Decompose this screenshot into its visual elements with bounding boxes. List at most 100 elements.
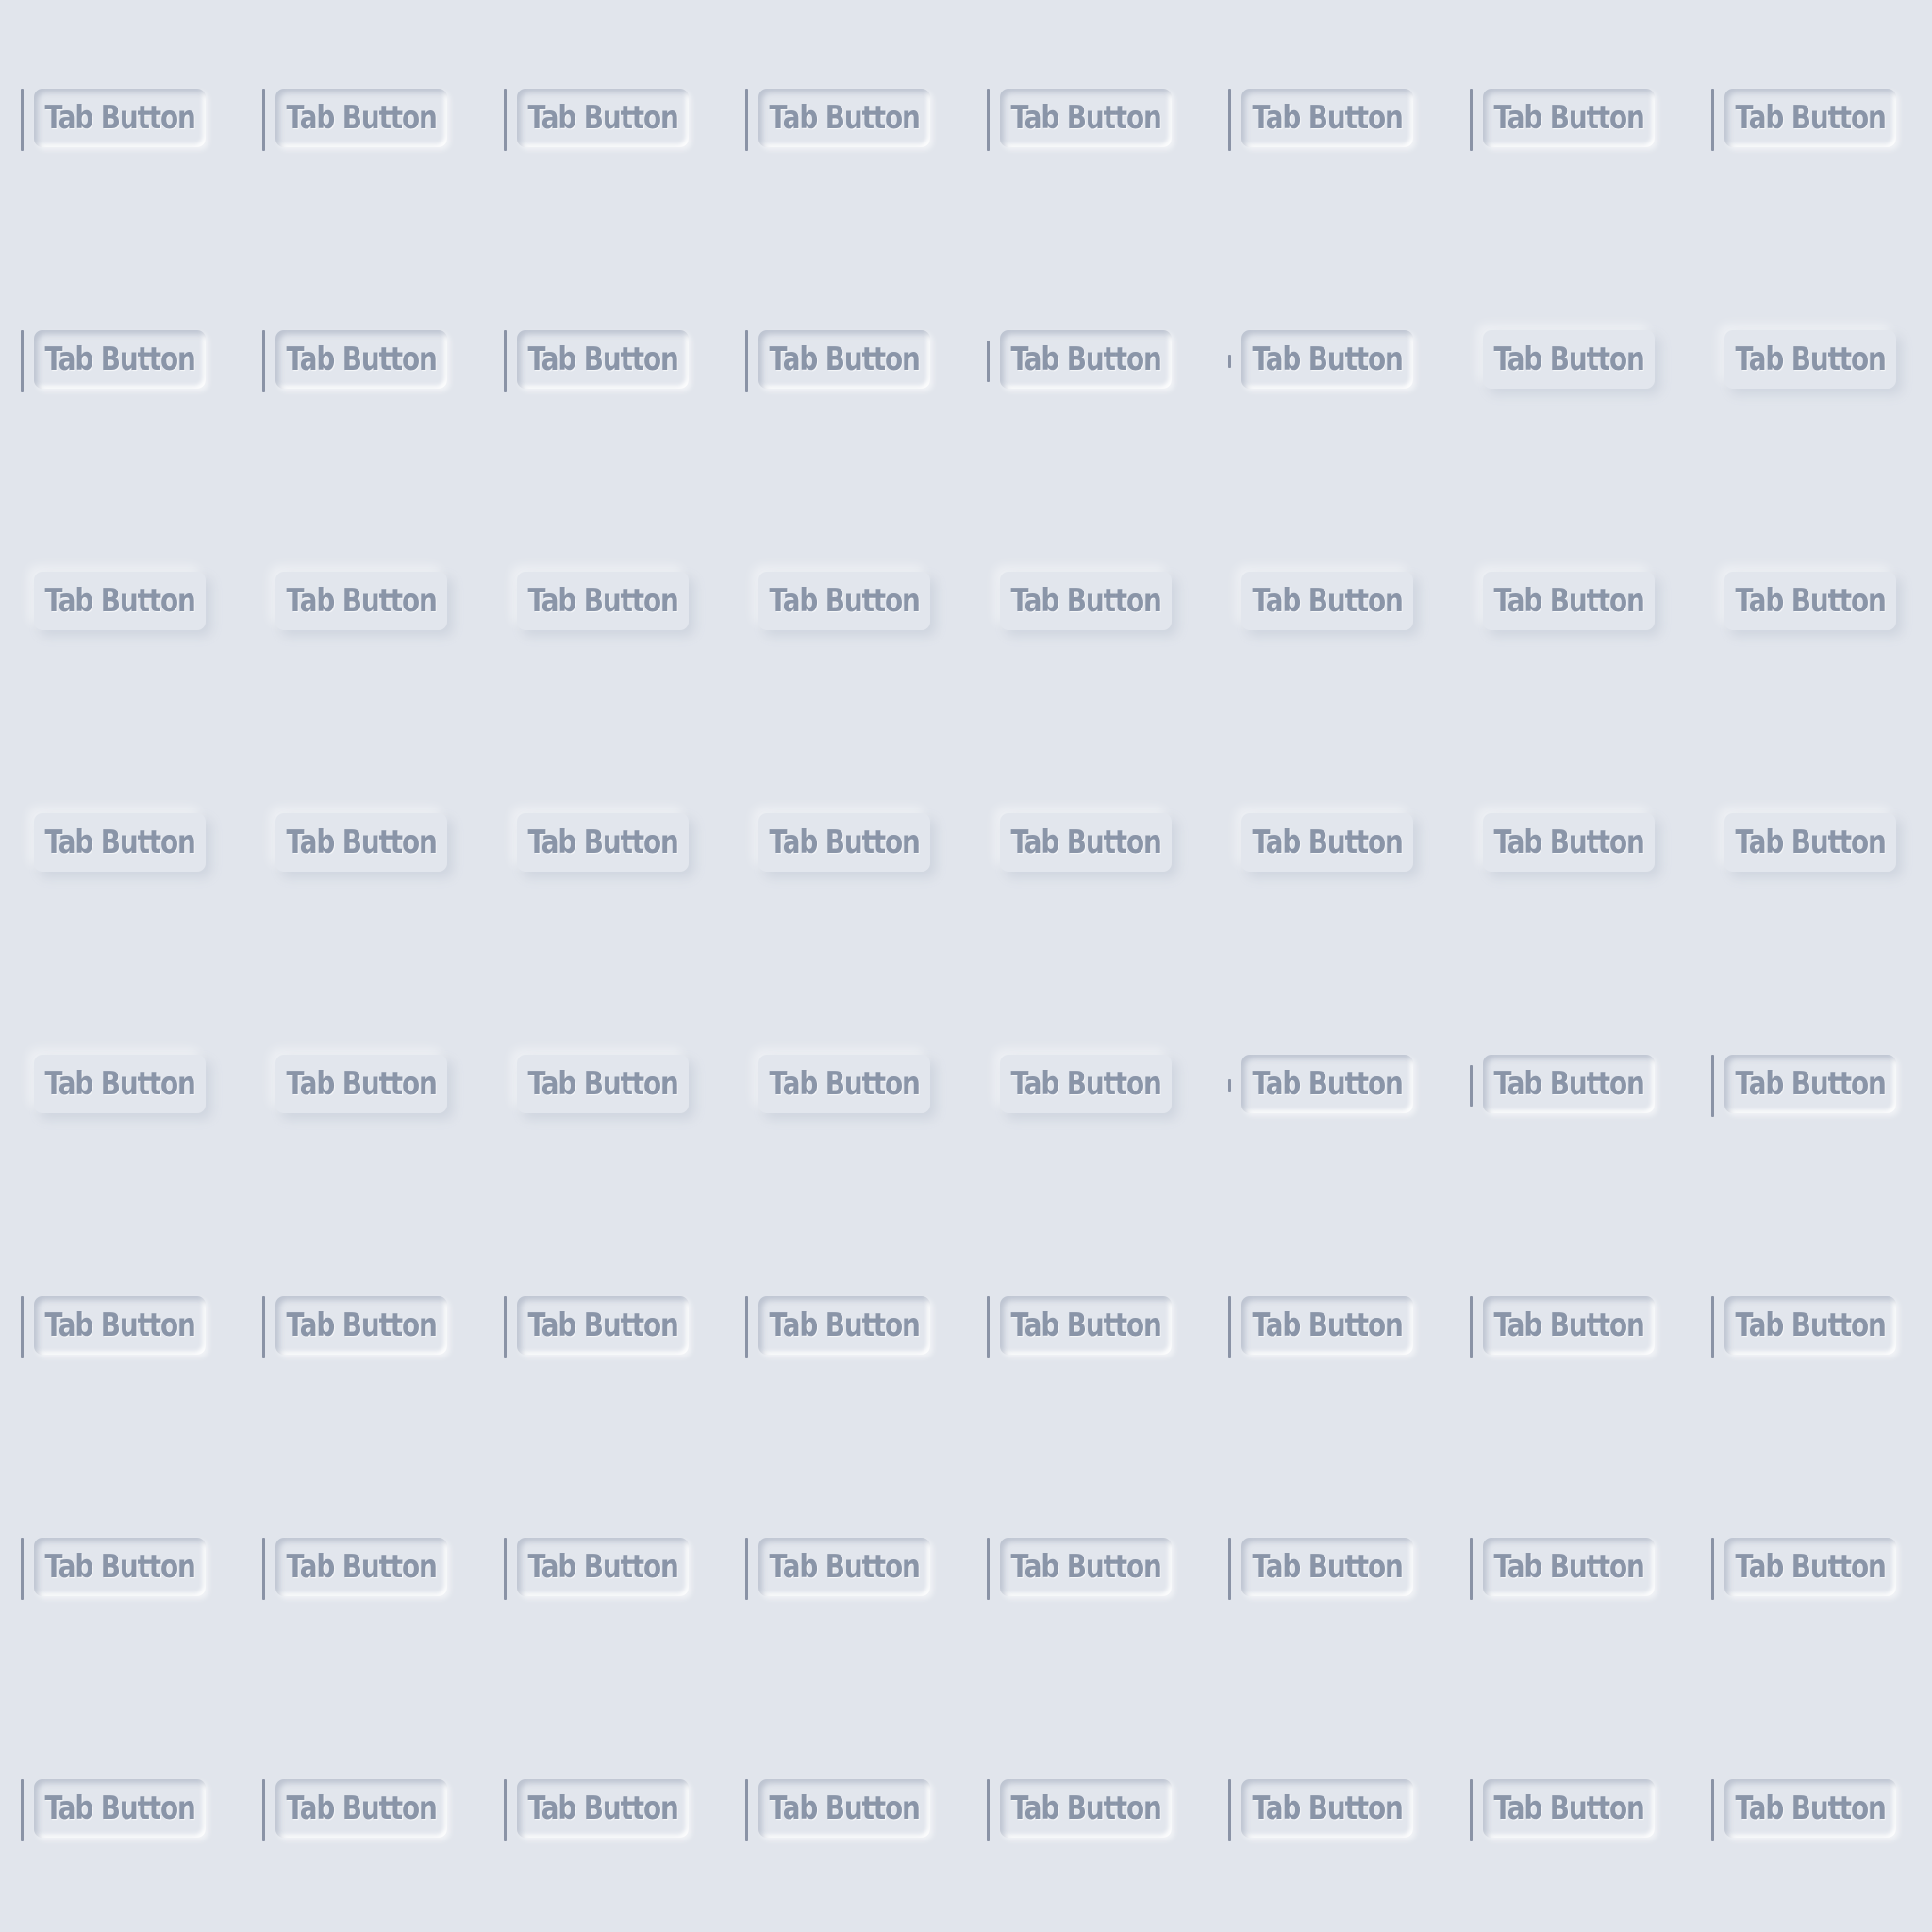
tab-button[interactable]: Tab Button — [758, 330, 930, 389]
tab-cell: Tab Button — [1449, 724, 1690, 966]
tab-button[interactable]: Tab Button — [275, 1055, 447, 1113]
tab-button-label: Tab Button — [286, 99, 437, 137]
tab-button[interactable]: Tab Button — [1000, 572, 1172, 630]
active-tab-indicator — [1228, 1779, 1231, 1841]
tab-cell: Tab Button — [966, 242, 1208, 483]
tab-button[interactable]: Tab Button — [1241, 330, 1413, 389]
tab-button[interactable]: Tab Button — [1724, 1538, 1896, 1596]
tab-button[interactable]: Tab Button — [275, 330, 447, 389]
tab-cell: Tab Button — [1208, 1690, 1449, 1932]
tab-button[interactable]: Tab Button — [517, 1296, 689, 1355]
tab-button[interactable]: Tab Button — [34, 1538, 206, 1596]
tab-button-label: Tab Button — [44, 1790, 195, 1827]
tab-button[interactable]: Tab Button — [1000, 1538, 1172, 1596]
tab-cell: Tab Button — [483, 1449, 724, 1690]
tab-button[interactable]: Tab Button — [1000, 1055, 1172, 1113]
tab-button[interactable]: Tab Button — [1000, 89, 1172, 147]
tab-button[interactable]: Tab Button — [1241, 1296, 1413, 1355]
tab-button[interactable]: Tab Button — [1483, 1055, 1655, 1113]
tab-button[interactable]: Tab Button — [1241, 813, 1413, 872]
tab-button-label: Tab Button — [1010, 824, 1161, 861]
tab-button[interactable]: Tab Button — [517, 813, 689, 872]
tab-button[interactable]: Tab Button — [517, 1538, 689, 1596]
tab-button-label: Tab Button — [1252, 1548, 1403, 1586]
tab-button[interactable]: Tab Button — [1000, 1779, 1172, 1838]
tab-button[interactable]: Tab Button — [34, 89, 206, 147]
tab-button[interactable]: Tab Button — [517, 1779, 689, 1838]
tab-cell: Tab Button — [1690, 242, 1932, 483]
active-tab-indicator — [745, 1779, 748, 1841]
tab-button[interactable]: Tab Button — [1483, 1538, 1655, 1596]
tab-button[interactable]: Tab Button — [34, 1779, 206, 1838]
tab-button[interactable]: Tab Button — [275, 1538, 447, 1596]
tab-button[interactable]: Tab Button — [1724, 1779, 1896, 1838]
tab-button[interactable]: Tab Button — [758, 1055, 930, 1113]
tab-button[interactable]: Tab Button — [1724, 572, 1896, 630]
tab-button[interactable]: Tab Button — [1483, 1296, 1655, 1355]
tab-cell: Tab Button — [966, 1690, 1208, 1932]
tab-button[interactable]: Tab Button — [1483, 1779, 1655, 1838]
tab-button[interactable]: Tab Button — [1241, 1538, 1413, 1596]
active-tab-indicator — [1470, 1065, 1473, 1107]
tab-button[interactable]: Tab Button — [275, 1296, 447, 1355]
active-tab-indicator — [21, 1538, 24, 1600]
tab-button-label: Tab Button — [1735, 1065, 1886, 1103]
active-tab-indicator — [21, 1296, 24, 1358]
tab-button[interactable]: Tab Button — [758, 1779, 930, 1838]
tab-button[interactable]: Tab Button — [34, 1296, 206, 1355]
tab-button[interactable]: Tab Button — [275, 89, 447, 147]
tab-cell: Tab Button — [242, 0, 483, 242]
tab-button[interactable]: Tab Button — [1724, 330, 1896, 389]
tab-button[interactable]: Tab Button — [275, 572, 447, 630]
tab-cell: Tab Button — [1690, 724, 1932, 966]
tab-button[interactable]: Tab Button — [1000, 1296, 1172, 1355]
tab-button[interactable]: Tab Button — [758, 572, 930, 630]
tab-button[interactable]: Tab Button — [1483, 330, 1655, 389]
tab-button-label: Tab Button — [286, 1065, 437, 1103]
tab-button-label: Tab Button — [1735, 99, 1886, 137]
tab-button[interactable]: Tab Button — [1483, 813, 1655, 872]
tab-button-label: Tab Button — [769, 1065, 920, 1103]
tab-button[interactable]: Tab Button — [1241, 1055, 1413, 1113]
active-tab-indicator — [21, 1779, 24, 1841]
tab-button-label: Tab Button — [286, 582, 437, 620]
tab-button[interactable]: Tab Button — [1241, 89, 1413, 147]
tab-button[interactable]: Tab Button — [517, 1055, 689, 1113]
tab-button[interactable]: Tab Button — [1724, 813, 1896, 872]
tab-button[interactable]: Tab Button — [1724, 1296, 1896, 1355]
tab-button[interactable]: Tab Button — [275, 813, 447, 872]
tab-button[interactable]: Tab Button — [758, 1538, 930, 1596]
tab-button-label: Tab Button — [286, 1548, 437, 1586]
tab-button-label: Tab Button — [1252, 582, 1403, 620]
tab-button[interactable]: Tab Button — [1483, 572, 1655, 630]
tab-button[interactable]: Tab Button — [758, 89, 930, 147]
tab-button[interactable]: Tab Button — [758, 1296, 930, 1355]
tab-cell: Tab Button — [724, 1208, 966, 1449]
tab-button[interactable]: Tab Button — [517, 572, 689, 630]
tab-button[interactable]: Tab Button — [1724, 1055, 1896, 1113]
tab-button-label: Tab Button — [527, 341, 678, 378]
tab-button[interactable]: Tab Button — [1241, 1779, 1413, 1838]
tab-button[interactable]: Tab Button — [758, 813, 930, 872]
tab-button[interactable]: Tab Button — [517, 330, 689, 389]
tab-button-label: Tab Button — [44, 582, 195, 620]
tab-button[interactable]: Tab Button — [1241, 572, 1413, 630]
tab-cell: Tab Button — [724, 483, 966, 724]
tab-cell: Tab Button — [1690, 1690, 1932, 1932]
tab-button[interactable]: Tab Button — [34, 330, 206, 389]
tab-button[interactable]: Tab Button — [1483, 89, 1655, 147]
tab-button[interactable]: Tab Button — [1724, 89, 1896, 147]
tab-button-label: Tab Button — [527, 1548, 678, 1586]
tab-button-label: Tab Button — [527, 582, 678, 620]
tab-button[interactable]: Tab Button — [34, 1055, 206, 1113]
tab-button[interactable]: Tab Button — [1000, 813, 1172, 872]
active-tab-indicator — [262, 330, 265, 392]
tab-button[interactable]: Tab Button — [1000, 330, 1172, 389]
tab-cell: Tab Button — [1208, 1208, 1449, 1449]
tab-button[interactable]: Tab Button — [275, 1779, 447, 1838]
tab-button[interactable]: Tab Button — [34, 813, 206, 872]
tab-button-label: Tab Button — [1493, 582, 1644, 620]
tab-button[interactable]: Tab Button — [517, 89, 689, 147]
tab-cell: Tab Button — [1690, 0, 1932, 242]
tab-button[interactable]: Tab Button — [34, 572, 206, 630]
